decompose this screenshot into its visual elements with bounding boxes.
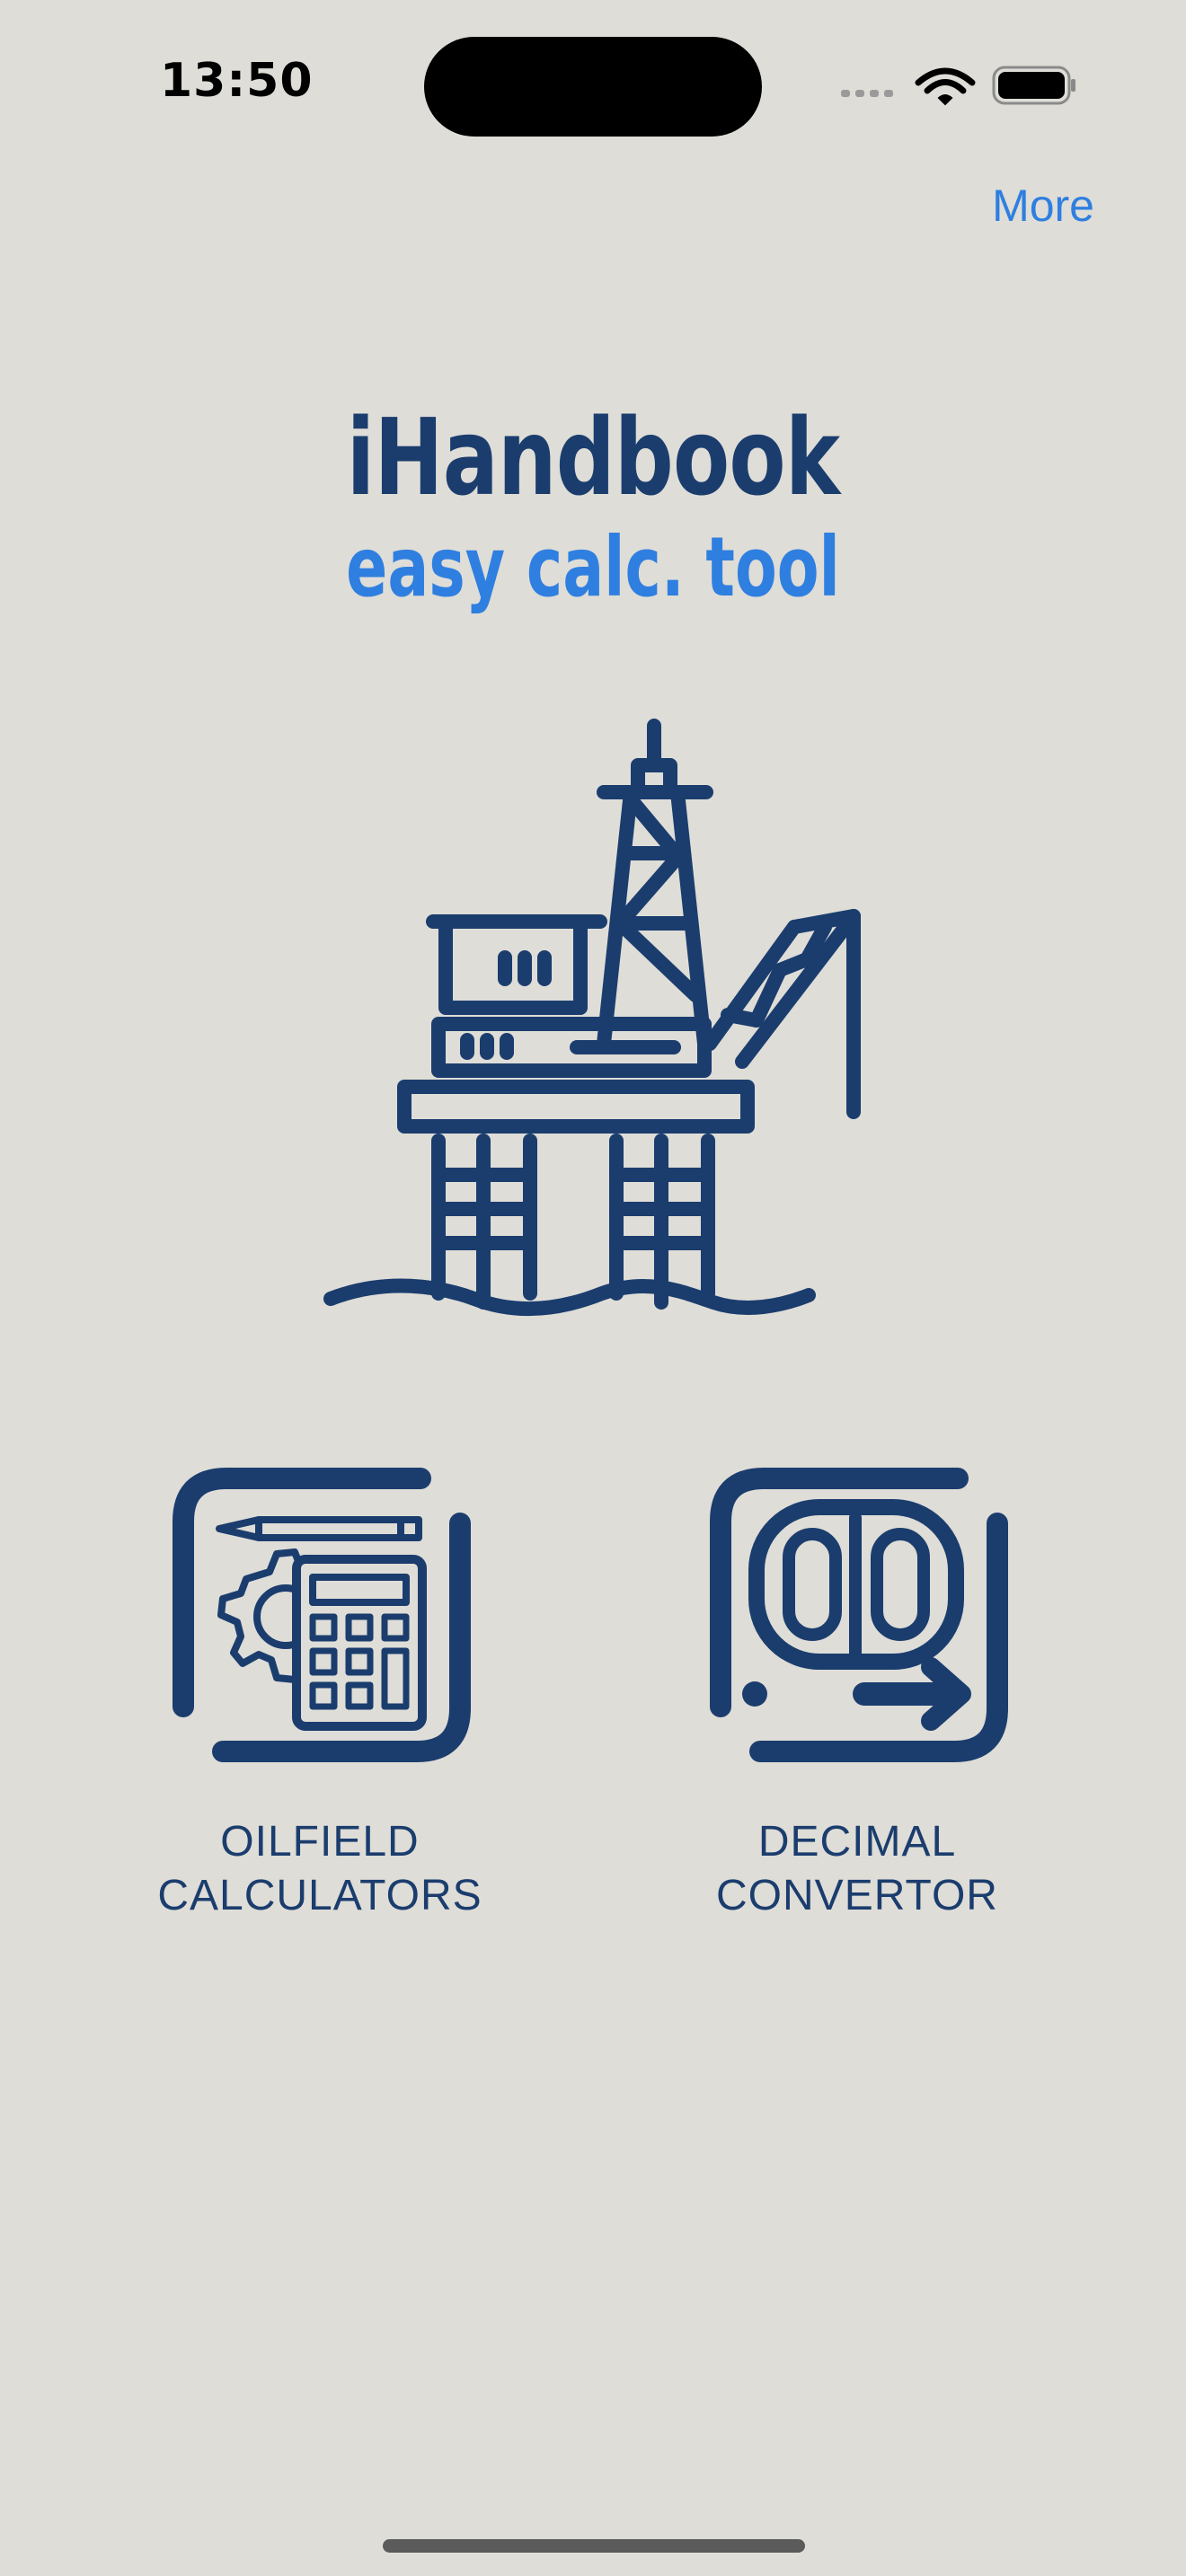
app-title: iHandbook <box>346 395 840 519</box>
oil-rig-icon <box>323 719 861 1317</box>
home-indicator[interactable] <box>383 2539 805 2553</box>
app-subtitle: easy calc. tool <box>346 519 840 615</box>
more-button[interactable]: More <box>992 180 1094 232</box>
dynamic-island <box>424 37 762 137</box>
status-icons <box>841 66 1075 106</box>
cellular-signal-icon <box>841 90 893 97</box>
oilfield-calculators-button[interactable]: OILFIELD CALCULATORS <box>131 1464 509 1923</box>
decimal-convertor-button[interactable]: DECIMAL CONVERTOR <box>668 1464 1046 1923</box>
calculator-icon <box>173 1468 471 1762</box>
status-time: 13:50 <box>160 54 314 108</box>
decimal-convertor-icon <box>710 1468 1008 1762</box>
oilfield-calculators-label: OILFIELD CALCULATORS <box>157 1818 482 1919</box>
wifi-icon <box>915 67 976 106</box>
decimal-convertor-label: DECIMAL CONVERTOR <box>716 1818 998 1919</box>
battery-icon <box>992 66 1075 105</box>
